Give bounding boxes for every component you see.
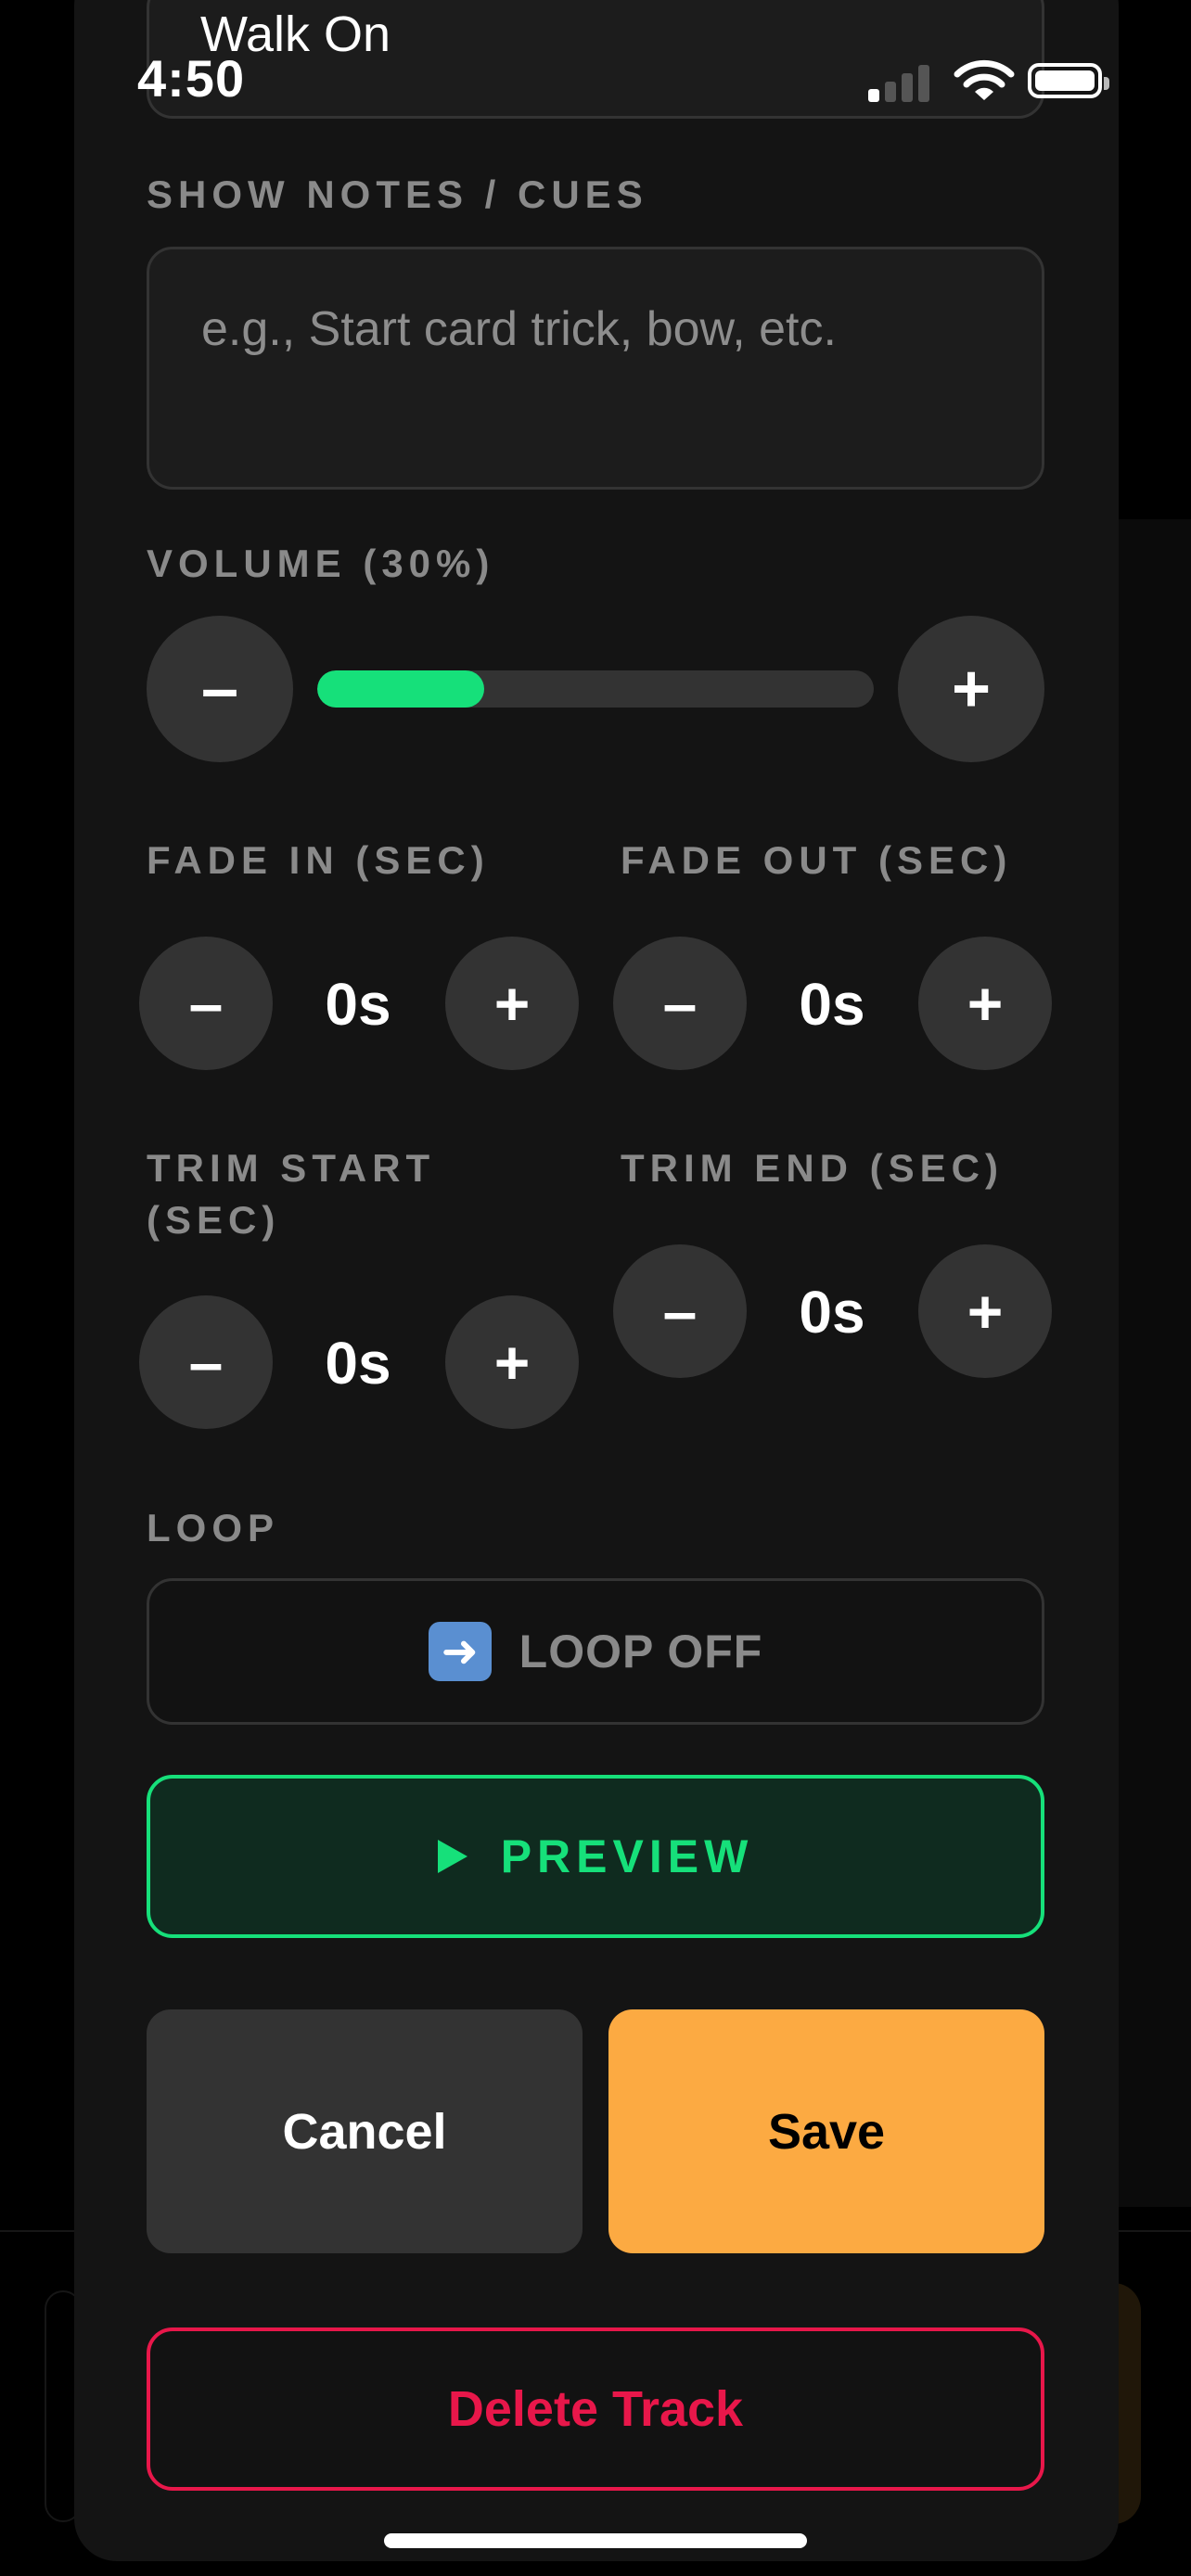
signal-bar-3 [902,73,913,102]
signal-bar-4 [918,65,929,102]
show-notes-input[interactable]: e.g., Start card trick, bow, etc. [147,247,1044,490]
signal-bar-1 [868,89,879,102]
signal-bar-2 [885,82,896,102]
play-icon [437,1840,467,1873]
trim-end-value: 0s [799,1279,865,1345]
loop-toggle-label: LOOP OFF [519,1626,763,1677]
trim-end-decrease-button[interactable]: – [613,1244,747,1378]
trim-end-increase-button[interactable]: + [918,1244,1052,1378]
background-strip [1117,519,1191,2207]
show-notes-label: SHOW NOTES / CUES [147,172,648,216]
fade-in-value: 0s [325,971,391,1038]
loop-toggle-button[interactable]: ➜ LOOP OFF [147,1578,1044,1725]
volume-slider[interactable] [317,670,874,708]
volume-slider-fill [317,670,484,708]
fade-out-decrease-button[interactable]: – [613,937,747,1070]
wifi-icon [954,59,1015,100]
status-icons [868,59,1109,102]
battery-fill [1035,70,1095,91]
trim-end-label: TRIM END (SEC) [621,1146,1004,1190]
volume-increase-button[interactable]: + [898,616,1044,762]
trim-start-value: 0s [325,1330,391,1396]
show-notes-placeholder: e.g., Start card trick, bow, etc. [201,302,837,356]
trim-start-decrease-button[interactable]: – [139,1295,273,1429]
battery-icon [1028,63,1109,98]
fade-in-label: FADE IN (SEC) [147,838,490,882]
fade-in-increase-button[interactable]: + [445,937,579,1070]
fade-in-decrease-button[interactable]: – [139,937,273,1070]
delete-track-button[interactable]: Delete Track [147,2327,1044,2491]
fade-out-value: 0s [799,971,865,1038]
trim-start-label-line1: TRIM START [147,1146,436,1190]
right-arrow-icon: ➜ [428,1622,492,1681]
status-time: 4:50 [137,49,246,108]
volume-decrease-button[interactable]: – [147,616,293,762]
battery-cap [1104,77,1109,90]
preview-button[interactable]: PREVIEW [147,1775,1044,1938]
home-indicator [384,2533,807,2548]
trim-start-label-line2: (SEC) [147,1198,281,1242]
preview-label: PREVIEW [500,1830,754,1882]
save-button[interactable]: Save [608,2009,1044,2253]
volume-label: VOLUME (30%) [147,542,495,585]
loop-label: LOOP [147,1506,280,1549]
trim-start-increase-button[interactable]: + [445,1295,579,1429]
cancel-button[interactable]: Cancel [147,2009,583,2253]
fade-out-label: FADE OUT (SEC) [621,838,1013,882]
fade-out-increase-button[interactable]: + [918,937,1052,1070]
